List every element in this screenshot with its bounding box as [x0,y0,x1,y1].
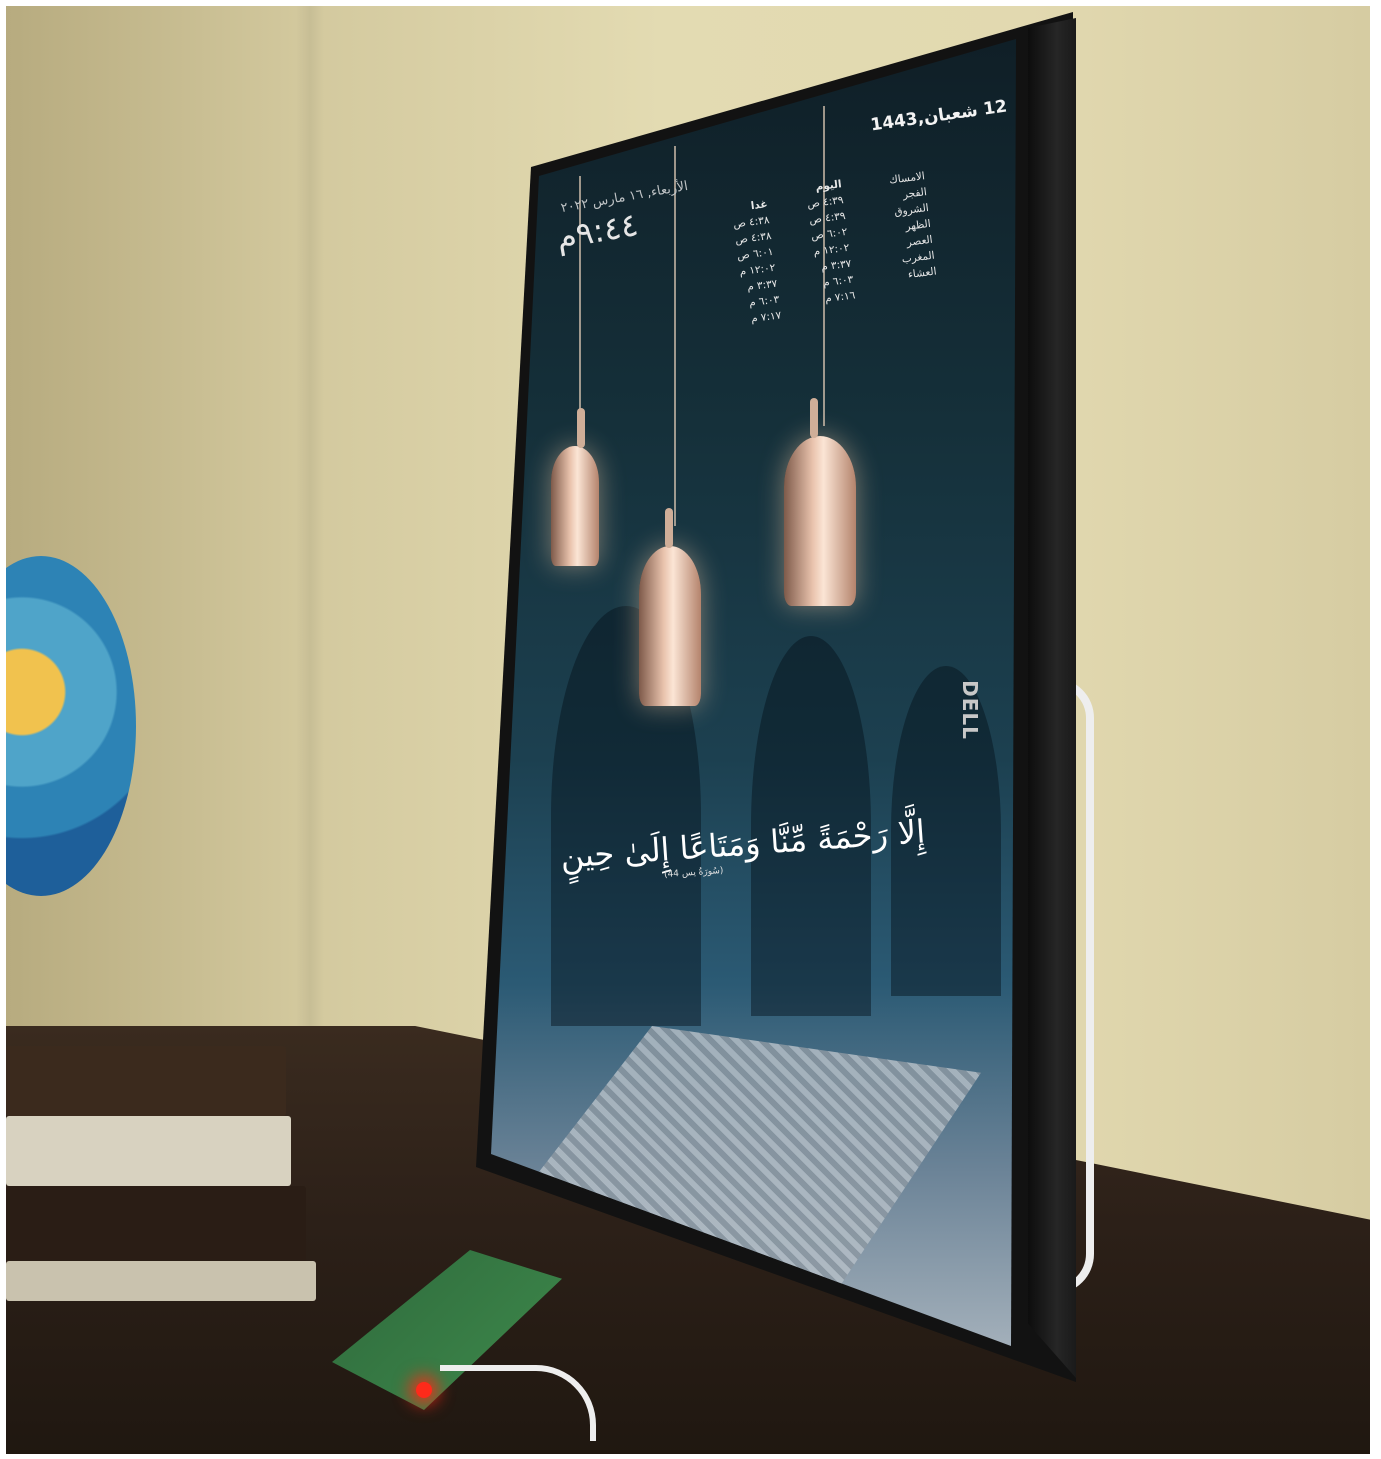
screen-overlay: 12 شعبان,1443 الأربعاء, ١٦ مارس ٢٠٢٢ ٩:٤… [0,0,1381,1459]
verse-reference: (سُورَةُ يس 44) [663,865,724,881]
tomorrow-times-column: غدا ٤:٣٨ ص ٤:٣٨ ص ٦:٠١ ص ١٢:٠٢ م ٣:٣٧ م … [730,196,782,327]
usb-cable [440,1365,596,1441]
today-times-column: اليوم ٤:٣٩ ص ٤:٣٩ ص ٦:٠٢ ص ١٢:٠٢ م ٣:٣٧ … [804,176,856,307]
hijri-date: 12 شعبان,1443 [869,96,1009,136]
quran-verse: إِلَّا رَحْمَةً مِّنَّا وَمَتَاعًا إِلَى… [559,812,927,876]
power-led [416,1382,432,1398]
monitor-logo: DELL [957,680,982,740]
prayer-time: ٧:١٦ م [824,289,856,306]
prayer-time: ٧:١٧ م [750,309,782,326]
prayer-names-column: الامساك الفجر الشروق الظهر العصر المغرب … [888,168,938,284]
